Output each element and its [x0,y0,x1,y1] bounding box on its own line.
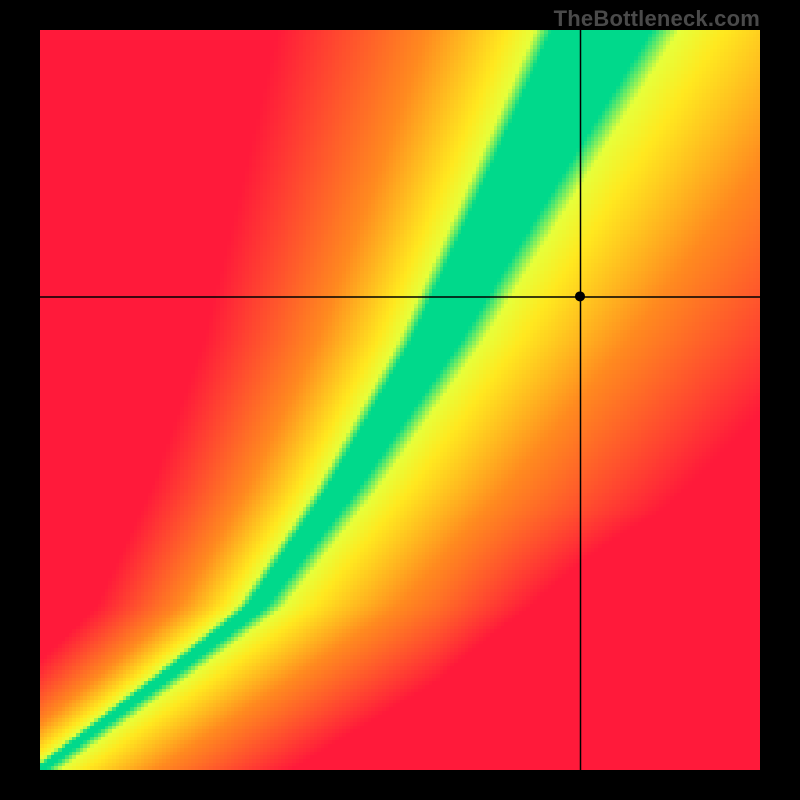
heatmap-plot [40,30,760,770]
chart-container: TheBottleneck.com [0,0,800,800]
watermark-text: TheBottleneck.com [554,6,760,32]
heatmap-canvas [40,30,760,770]
